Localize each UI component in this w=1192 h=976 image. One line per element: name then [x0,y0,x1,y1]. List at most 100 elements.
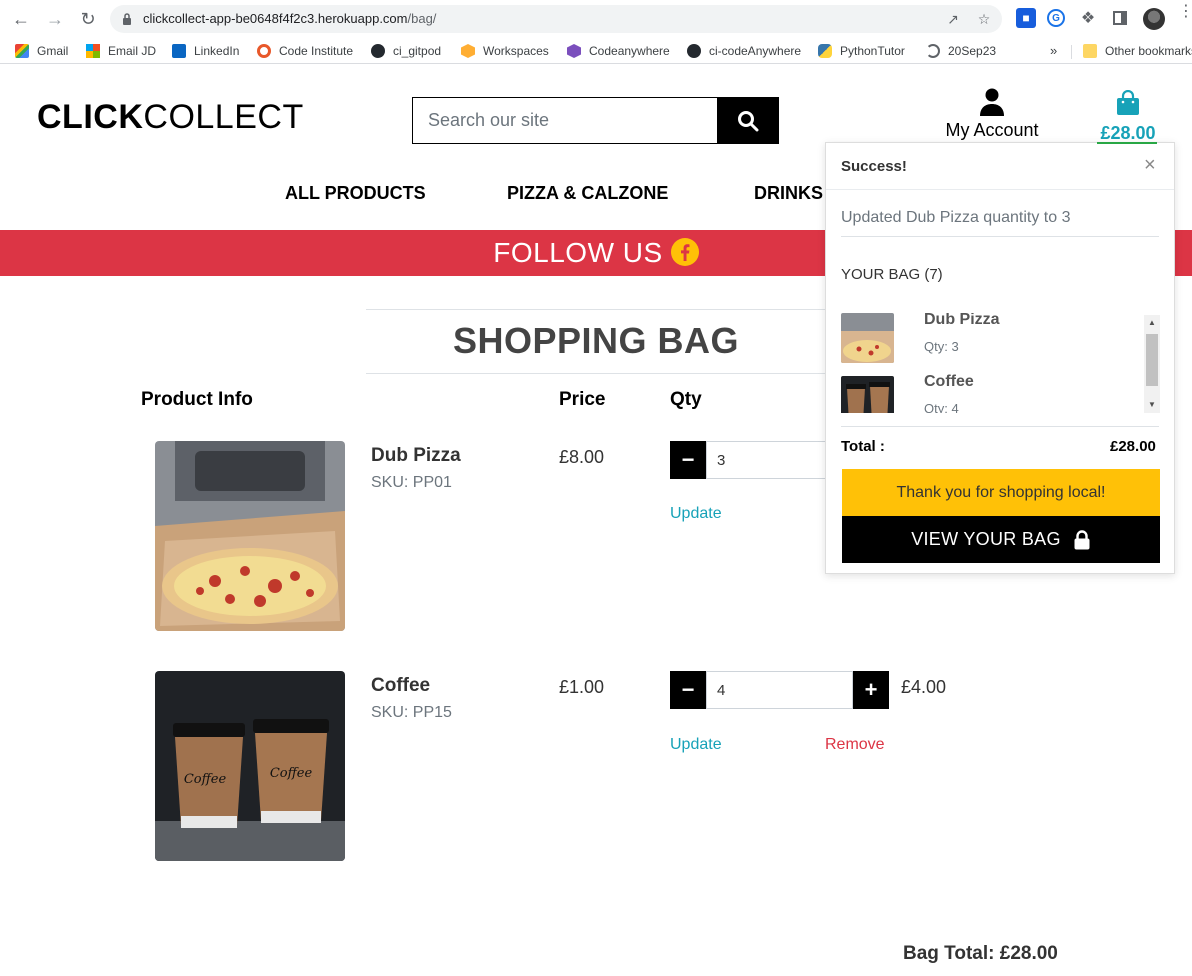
codeanywhere-icon [567,44,581,58]
toast-scrollbar[interactable]: ▲ ▼ [1144,315,1160,413]
product-sku: SKU: PP15 [371,704,452,721]
quantity-input[interactable] [706,671,853,709]
more-bookmarks-chevron[interactable]: » [1050,42,1057,58]
success-toast: Success! × Updated Dub Pizza quantity to… [825,142,1175,574]
share-icon[interactable]: ↗ [943,9,963,29]
product-name: Coffee [371,675,431,696]
bookmark-code-institute[interactable]: Code Institute [257,43,353,59]
search-button[interactable] [717,98,778,143]
update-link[interactable]: Update [670,505,722,523]
increment-button[interactable]: + [853,671,889,709]
product-image-coffee: Coffee Coffee [155,671,345,861]
toast-item-name: Coffee [924,373,974,390]
user-icon [980,88,1004,116]
column-header-product: Product Info [141,389,253,410]
gitpod-icon [461,44,475,58]
toast-total-label: Total : [841,438,885,455]
browser-toolbar: ← → ↻ clickcollect-app-be0648f4f2c3.hero… [0,0,1192,38]
grammarly-extension-icon[interactable]: G [1047,9,1065,27]
close-icon[interactable]: × [1144,154,1156,177]
bookmark-label: ci_gitpod [393,44,442,58]
bitwarden-extension-icon[interactable]: ■ [1016,8,1036,28]
toast-item-qty: Qty: 4 [924,401,959,413]
bookmarks-bar: Gmail Email JD LinkedIn Code Institute c… [0,38,1192,64]
my-account-link[interactable]: My Account [938,88,1046,141]
search-input[interactable] [413,98,718,143]
header-bag-total: £28.00 [1100,123,1156,143]
toast-title: Success! [841,158,907,175]
bookmark-codeanywhere[interactable]: Codeanywhere [567,43,670,59]
bookmark-label: Gmail [37,44,69,58]
product-image-dub-pizza [155,441,345,631]
scroll-down-arrow-icon[interactable]: ▼ [1144,397,1160,413]
bookmark-linkedin[interactable]: LinkedIn [172,43,239,59]
bookmark-star-icon[interactable]: ☆ [974,9,994,29]
shopping-bag-link[interactable]: £28.00 [1098,90,1158,144]
search-form [412,97,779,144]
address-bar[interactable]: clickcollect-app-be0648f4f2c3.herokuapp.… [110,5,1002,33]
code-institute-icon [257,44,271,58]
shopping-bag-icon [1117,90,1139,115]
bookmark-label: Code Institute [279,44,354,58]
toast-header: Success! × [826,143,1174,190]
toast-item-name: Dub Pizza [924,313,1000,328]
microsoft-icon [86,44,100,58]
logo-bold-text: CLICK [37,98,144,136]
svg-text:Coffee: Coffee [184,772,227,787]
nav-all-products[interactable]: ALL PRODUCTS [285,183,426,204]
decrement-button[interactable]: − [670,441,706,479]
decrement-button[interactable]: − [670,671,706,709]
toast-item-image [841,376,894,413]
extensions-puzzle-icon[interactable]: ❖ [1078,8,1098,28]
browser-menu-icon[interactable]: ⋮ [1178,4,1192,20]
logo-rest-text: COLLECT [143,98,304,136]
toast-accent-line [1097,142,1157,144]
url-text[interactable]: clickcollect-app-be0648f4f2c3.herokuapp.… [143,11,436,26]
page-title-container: SHOPPING BAG [366,309,826,374]
profile-avatar[interactable] [1143,8,1165,30]
bookmark-label: Workspaces [483,44,549,58]
toast-divider [841,236,1159,237]
linkedin-icon [172,44,186,58]
bookmark-label: ci-codeAnywhere [709,44,802,58]
column-header-price: Price [559,389,606,410]
url-path: /bag/ [407,11,437,26]
bookmark-label: 20Sep23 [948,44,997,58]
nav-pizza-calzone[interactable]: PIZZA & CALZONE [507,183,668,204]
bookmark-20sep23[interactable]: 20Sep23 [926,43,996,59]
scroll-up-arrow-icon[interactable]: ▲ [1144,315,1160,331]
bookmark-label: PythonTutor [840,44,905,58]
bookmark-other[interactable]: Other bookmarks [1083,43,1192,59]
bookmark-ci-gitpod[interactable]: ci_gitpod [371,43,441,59]
bookmark-gmail[interactable]: Gmail [15,43,68,59]
bookmark-email-jd[interactable]: Email JD [86,43,156,59]
quantity-stepper: − + [670,671,889,710]
forward-arrow-icon[interactable]: → [43,7,67,31]
facebook-icon[interactable] [670,238,699,266]
scroll-thumb[interactable] [1146,334,1158,386]
side-panel-icon[interactable] [1110,8,1130,28]
site-logo[interactable]: CLICKCOLLECT [37,98,304,137]
gmail-icon [15,44,29,58]
lock-icon [123,13,131,25]
remove-link[interactable]: Remove [825,736,885,754]
bookmark-pythontutor[interactable]: PythonTutor [818,43,905,59]
back-arrow-icon[interactable]: ← [9,7,33,31]
plus-icon: + [864,677,878,702]
folder-icon [1083,44,1097,58]
history-icon [926,44,940,58]
python-icon [818,44,832,58]
bookmark-ci-codeanywhere[interactable]: ci-codeAnywhere [687,43,801,59]
toast-item-image [841,313,894,363]
toast-bag-heading: YOUR BAG (7) [841,266,943,283]
reload-icon[interactable]: ↻ [76,7,100,31]
product-price: £1.00 [559,677,605,697]
bookmark-workspaces[interactable]: Workspaces [461,43,549,59]
url-host: clickcollect-app-be0648f4f2c3.herokuapp.… [143,11,408,26]
toast-item-list: Dub Pizza Qty: 3 Coffee Qty: 4 [841,313,1159,413]
bookmark-label: Email JD [108,44,157,58]
view-bag-button[interactable]: VIEW YOUR BAG [842,516,1160,563]
thanks-banner: Thank you for shopping local! [842,469,1160,516]
nav-drinks[interactable]: DRINKS [754,183,823,204]
update-link[interactable]: Update [670,736,722,754]
